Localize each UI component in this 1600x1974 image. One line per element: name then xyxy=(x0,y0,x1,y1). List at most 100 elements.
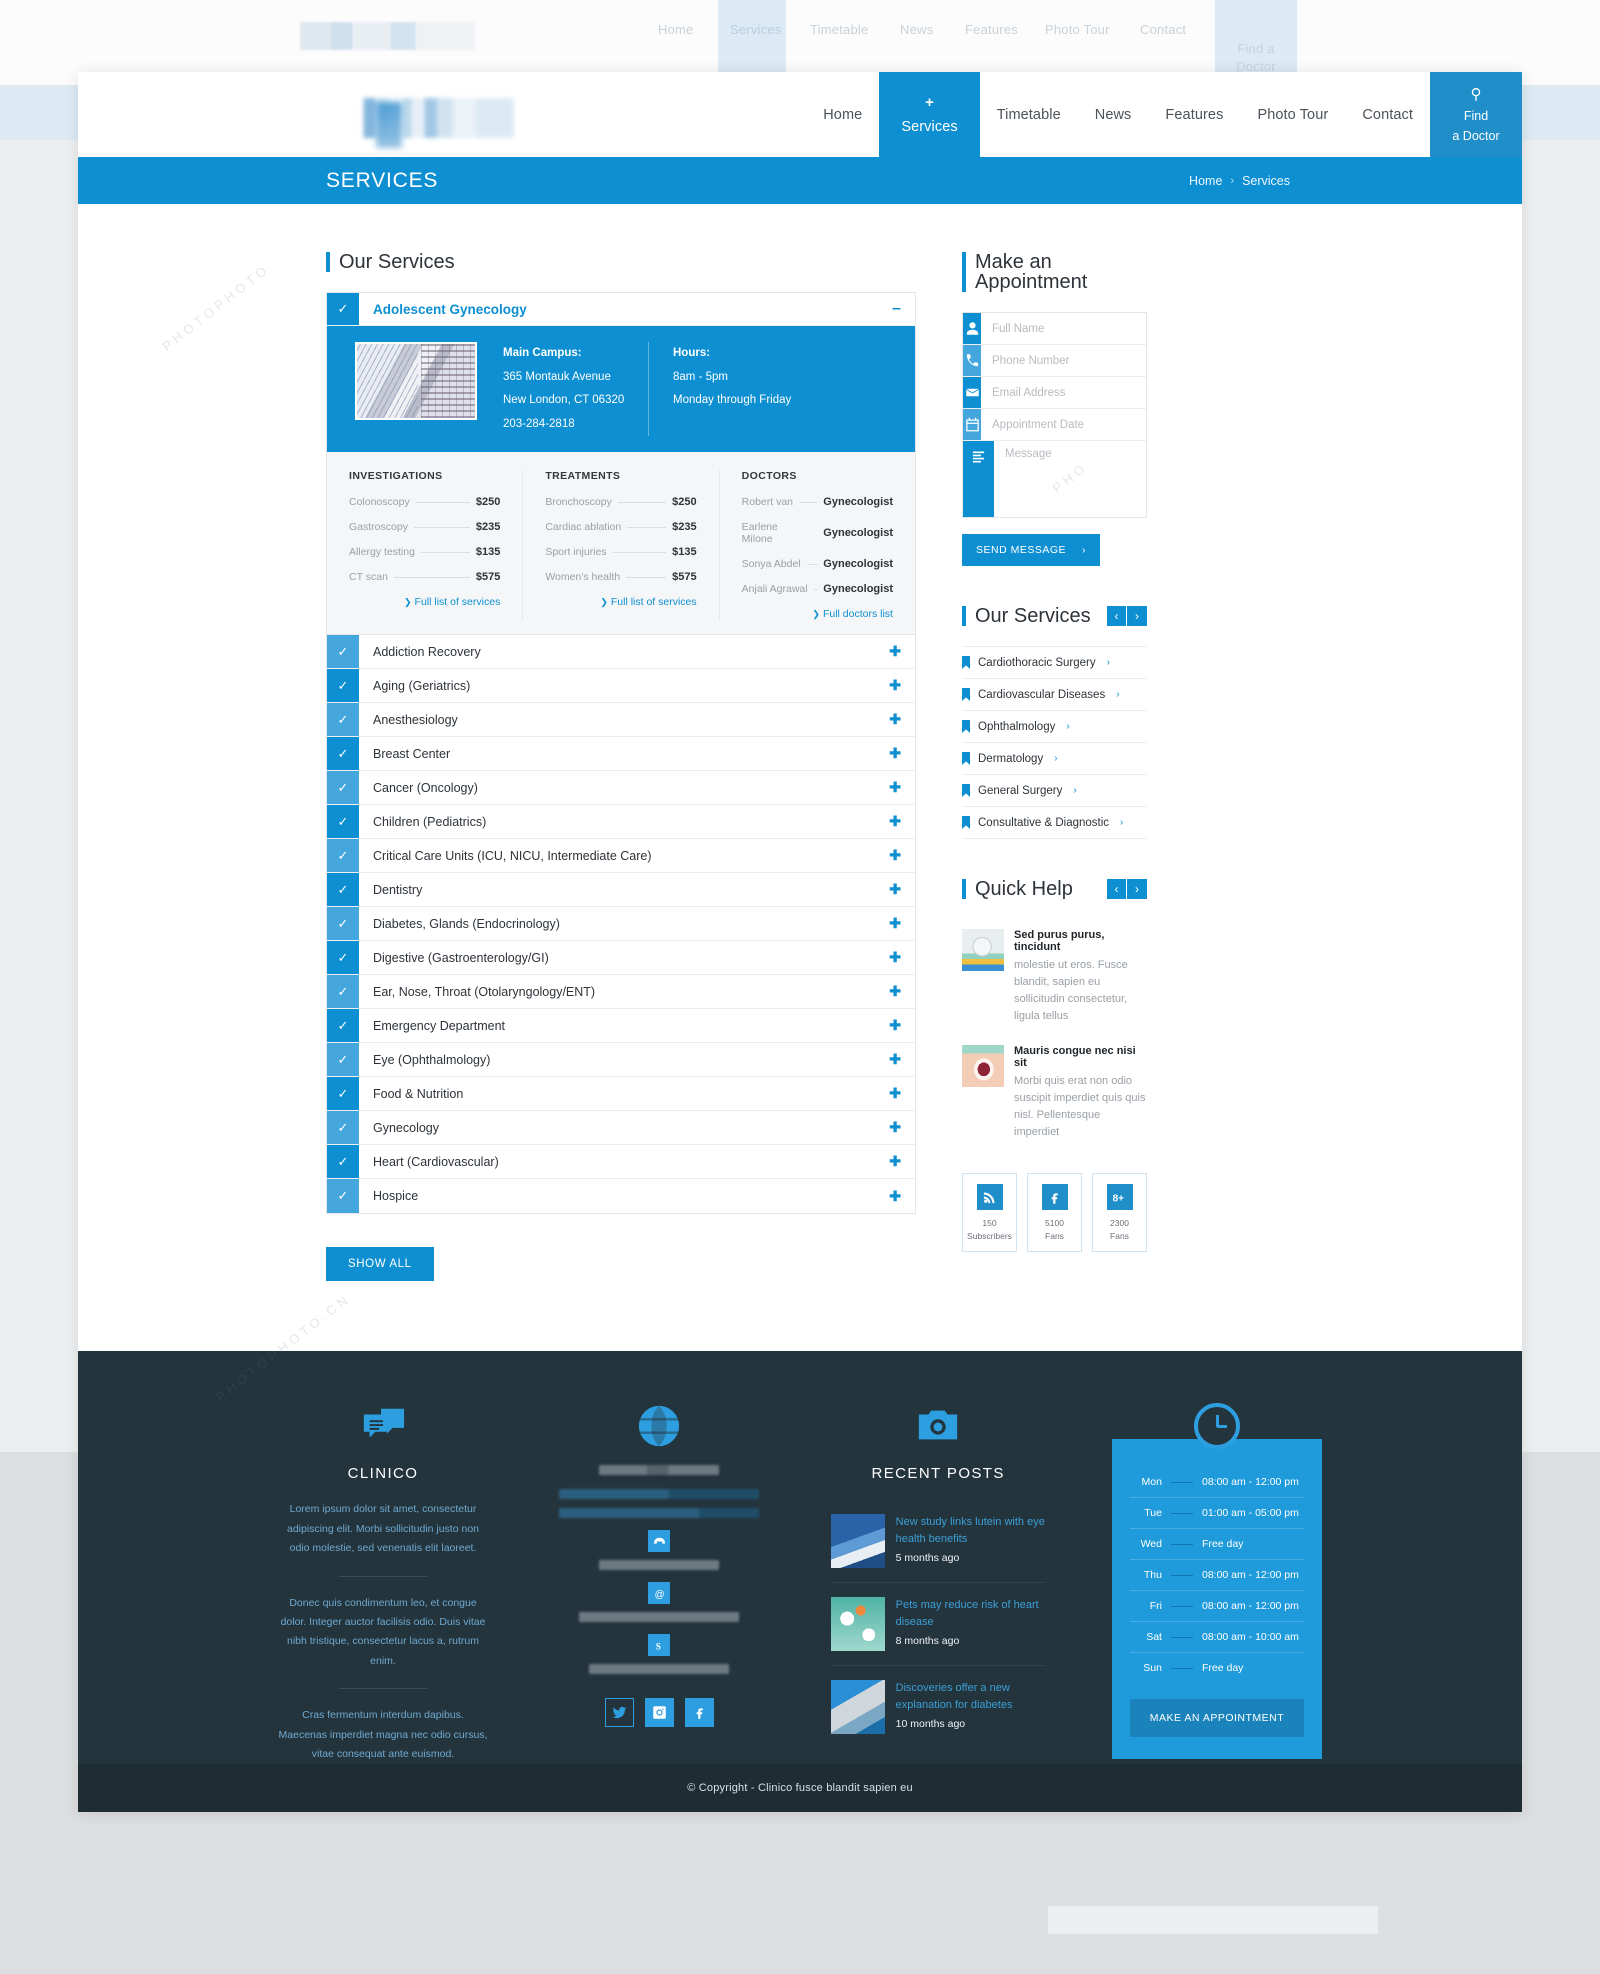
facebook-fans-card[interactable]: 5100 Fans xyxy=(1027,1173,1082,1252)
expand-icon[interactable]: ✚ xyxy=(889,669,915,702)
quick-help-item[interactable]: Sed purus purus, tincidunt molestie ut e… xyxy=(962,919,1147,1035)
appointment-date-input[interactable] xyxy=(981,409,1146,440)
recent-post-title[interactable]: New study links lutein with eye health b… xyxy=(896,1514,1046,1548)
expand-icon[interactable]: ✚ xyxy=(889,1111,915,1144)
show-all-button[interactable]: SHOW ALL xyxy=(326,1247,434,1282)
expand-icon[interactable]: ✚ xyxy=(889,1043,915,1076)
service-accordion-row[interactable]: ✓ Anesthesiology ✚ xyxy=(327,703,915,738)
nav-item-home[interactable]: Home xyxy=(806,72,879,157)
service-accordion-row[interactable]: ✓ Digestive (Gastroenterology/GI) ✚ xyxy=(327,941,915,976)
service-accordion-row[interactable]: ✓ Aging (Geriatrics) ✚ xyxy=(327,669,915,704)
find-a-doctor-button[interactable]: ⚲ Find a Doctor xyxy=(1430,72,1522,157)
expand-icon[interactable]: ✚ xyxy=(889,703,915,736)
services-next-button[interactable]: › xyxy=(1127,606,1147,626)
quick-help-item[interactable]: Mauris congue nec nisi sit Morbi quis er… xyxy=(962,1035,1147,1151)
recent-post-body: New study links lutein with eye health b… xyxy=(896,1514,1046,1568)
recent-post-title[interactable]: Discoveries offer a new explanation for … xyxy=(896,1680,1046,1714)
recent-post-title[interactable]: Pets may reduce risk of heart disease xyxy=(896,1597,1046,1631)
sidebar-service-item[interactable]: General Surgery › xyxy=(962,775,1147,807)
recent-post-thumbnail xyxy=(830,1680,885,1735)
service-accordion-row[interactable]: ✓ Dentistry ✚ xyxy=(327,873,915,908)
expand-icon[interactable]: ✚ xyxy=(889,1009,915,1042)
expand-icon[interactable]: ✚ xyxy=(889,1145,915,1178)
service-accordion-row[interactable]: ✓ Heart (Cardiovascular) ✚ xyxy=(327,1145,915,1180)
sidebar-service-item[interactable]: Ophthalmology › xyxy=(962,711,1147,743)
expand-icon[interactable]: ✚ xyxy=(889,737,915,770)
expand-icon[interactable]: ✚ xyxy=(889,941,915,974)
bookmark-icon xyxy=(962,816,970,829)
nav-item-news[interactable]: News xyxy=(1078,72,1149,157)
leader-line xyxy=(612,551,667,553)
facebook-icon[interactable] xyxy=(684,1698,714,1728)
recent-post-item[interactable]: Pets may reduce risk of heart disease 8 … xyxy=(830,1583,1046,1667)
make-an-appointment-button[interactable]: MAKE AN APPOINTMENT xyxy=(1129,1699,1304,1738)
quick-help-prev-button[interactable]: ‹ xyxy=(1107,879,1127,899)
phone-number-input[interactable] xyxy=(981,345,1146,376)
service-accordion-row[interactable]: ✓ Critical Care Units (ICU, NICU, Interme… xyxy=(327,839,915,874)
expand-icon[interactable]: ✚ xyxy=(889,805,915,838)
expand-icon[interactable]: ✚ xyxy=(889,907,915,940)
twitter-icon[interactable] xyxy=(604,1698,634,1728)
service-accordion-row[interactable]: ✓ Eye (Ophthalmology) ✚ xyxy=(327,1043,915,1078)
service-accordion-row[interactable]: ✓ Children (Pediatrics) ✚ xyxy=(327,805,915,840)
full-list-of-services-link[interactable]: ❯ Full list of services xyxy=(545,596,696,608)
expand-icon[interactable]: ✚ xyxy=(889,771,915,804)
service-accordion-row[interactable]: ✓ Hospice ✚ xyxy=(327,1179,915,1214)
check-icon: ✓ xyxy=(327,669,359,703)
recent-post-body: Discoveries offer a new explanation for … xyxy=(896,1680,1046,1734)
expand-icon[interactable]: ✚ xyxy=(889,635,915,668)
rss-subscribers-card[interactable]: 150 Subscribers xyxy=(962,1173,1017,1252)
site-logo[interactable] xyxy=(354,98,514,138)
expand-icon[interactable]: ✚ xyxy=(889,873,915,906)
sidebar-services-list: Cardiothoracic Surgery › Cardiovascular Di… xyxy=(962,646,1147,839)
nav-item-contact[interactable]: Contact xyxy=(1345,72,1430,157)
full-list-of-services-link[interactable]: ❯ Full list of services xyxy=(349,596,500,608)
recent-post-item[interactable]: Discoveries offer a new explanation for … xyxy=(830,1666,1046,1748)
doctor-row: Sonya Abdel Gynecologist xyxy=(742,558,893,570)
copyright-bar: © Copyright - Clinico fusce blandit sapi… xyxy=(78,1764,1522,1813)
redacted-address-line-2 xyxy=(559,1508,760,1519)
services-prev-button[interactable]: ‹ xyxy=(1107,606,1127,626)
full-name-input[interactable] xyxy=(981,313,1146,344)
sidebar-service-item[interactable]: Dermatology › xyxy=(962,743,1147,775)
send-message-button[interactable]: SEND MESSAGE › xyxy=(962,534,1101,566)
accordion-open-header[interactable]: ✓ Adolescent Gynecology – xyxy=(327,293,915,326)
expand-icon[interactable]: ✚ xyxy=(889,1179,915,1213)
nav-item-timetable[interactable]: Timetable xyxy=(980,72,1078,157)
service-accordion-row[interactable]: ✓ Breast Center ✚ xyxy=(327,737,915,772)
nav-item-features[interactable]: Features xyxy=(1148,72,1240,157)
schedule-row: Tue 01:00 am - 05:00 pm xyxy=(1129,1498,1304,1530)
sidebar-service-item[interactable]: Cardiothoracic Surgery › xyxy=(962,646,1147,679)
doctor-specialty: Gynecologist xyxy=(823,558,893,571)
sidebar-service-item[interactable]: Cardiovascular Diseases › xyxy=(962,679,1147,711)
nav-item-photo-tour[interactable]: Photo Tour xyxy=(1240,72,1345,157)
service-accordion-row[interactable]: ✓ Diabetes, Glands (Endocrinology) ✚ xyxy=(327,907,915,942)
ghost-nav-item: Features xyxy=(965,22,1018,37)
sidebar-service-item[interactable]: Consultative & Diagnostic › xyxy=(962,807,1147,839)
doctor-row: Anjali Agrawal Gynecologist xyxy=(742,583,893,595)
redacted-email xyxy=(579,1612,740,1623)
expand-icon[interactable]: ✚ xyxy=(889,839,915,872)
chevron-right-icon: › xyxy=(1073,785,1077,796)
recent-post-item[interactable]: New study links lutein with eye health b… xyxy=(830,1500,1046,1584)
service-accordion-row[interactable]: ✓ Gynecology ✚ xyxy=(327,1111,915,1146)
google-plus-fans-card[interactable]: 8+ 2300 Fans xyxy=(1092,1173,1147,1252)
instagram-icon[interactable] xyxy=(644,1698,674,1728)
message-textarea[interactable] xyxy=(994,441,1146,517)
service-accordion-row[interactable]: ✓ Food & Nutrition ✚ xyxy=(327,1077,915,1112)
full-list-label: Full list of services xyxy=(414,596,501,609)
email-address-input[interactable] xyxy=(981,377,1146,408)
expand-icon[interactable]: ✚ xyxy=(889,975,915,1008)
service-accordion-row[interactable]: ✓ Addiction Recovery ✚ xyxy=(327,635,915,670)
breadcrumb-home[interactable]: Home xyxy=(1189,174,1222,188)
nav-item-services[interactable]: + Services xyxy=(879,72,980,157)
full-doctors-list-link[interactable]: ❯ Full doctors list xyxy=(742,608,893,620)
service-accordion-row[interactable]: ✓ Cancer (Oncology) ✚ xyxy=(327,771,915,806)
collapse-icon[interactable]: – xyxy=(892,293,915,325)
quick-help-next-button[interactable]: › xyxy=(1127,879,1147,899)
ghost-nav-item: News xyxy=(900,22,934,37)
expand-icon[interactable]: ✚ xyxy=(889,1077,915,1110)
service-accordion-row[interactable]: ✓ Ear, Nose, Throat (Otolaryngology/ENT) ✚ xyxy=(327,975,915,1010)
doctor-name: Sonya Abdel xyxy=(741,558,801,571)
service-accordion-row[interactable]: ✓ Emergency Department ✚ xyxy=(327,1009,915,1044)
